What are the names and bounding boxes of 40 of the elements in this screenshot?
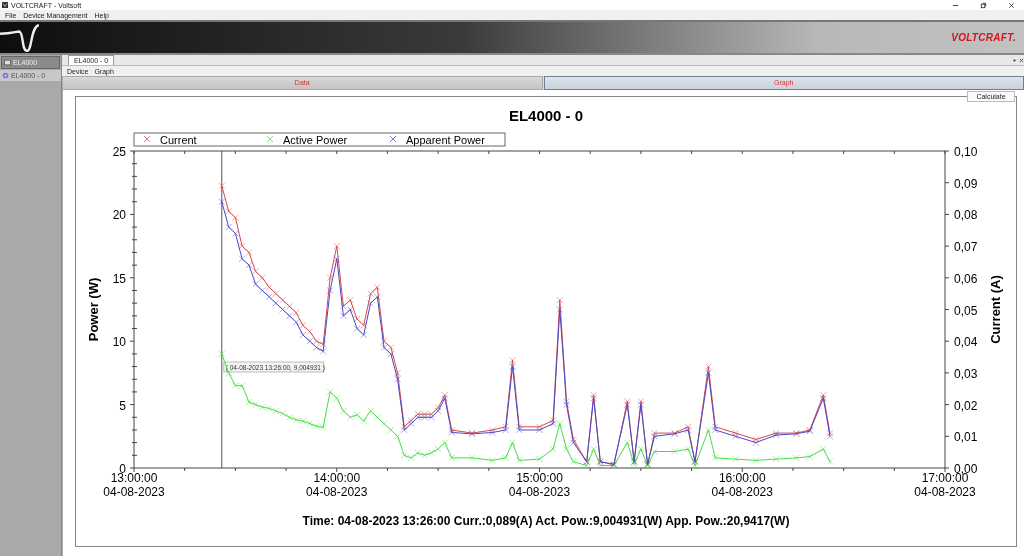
y2-tick-label: 0,04 (954, 335, 978, 350)
y-tick-label: 15 (112, 271, 126, 286)
legend-label: Active Power (283, 133, 348, 146)
y-tick-label: 5 (119, 398, 126, 413)
brand-logo: VOLTCRAFT. (951, 32, 1016, 43)
device-icon (4, 59, 11, 66)
gear-icon (2, 72, 9, 79)
y2-tick-label: 0,01 (954, 430, 978, 445)
x-tick-label: 15:00:00 (516, 471, 563, 485)
legend-label: Current (160, 133, 197, 146)
y2-tick-label: 0,00 (954, 462, 978, 476)
y2-tick-label: 0,09 (954, 176, 978, 191)
legend-label: Apparent Power (406, 133, 486, 146)
y2-tick-label: 0,08 (954, 208, 978, 223)
chart-title: EL4000 - 0 (508, 107, 584, 124)
chart-footer: Time: 04-08-2023 13:26:00 Curr.:0,089(A) Act. Pow.:9,004931(W) App. Pow.:20,9417(W) (302, 514, 790, 528)
close-icon[interactable] (1019, 58, 1024, 63)
y2-tick-label: 0,07 (954, 240, 978, 255)
y-tick-label: 10 (112, 335, 126, 350)
restore-icon[interactable] (980, 1, 987, 9)
y-tick-label: 20 (112, 208, 126, 223)
x-tick-date: 04-08-2023 (914, 485, 976, 499)
x-tick-date: 04-08-2023 (306, 485, 368, 499)
app-icon (2, 2, 8, 8)
y2-tick-label: 0,06 (954, 271, 978, 286)
x-tick-date: 04-08-2023 (103, 485, 165, 499)
y2-tick-label: 0,03 (954, 366, 978, 381)
dropdown-icon[interactable] (1012, 58, 1017, 63)
x-tick-label: 16:00:00 (718, 471, 766, 485)
close-icon[interactable] (1008, 1, 1015, 9)
x-tick-date: 04-08-2023 (711, 485, 773, 499)
swoosh-logo (0, 23, 40, 52)
y2-tick-label: 0,02 (954, 398, 978, 413)
y2-axis-title: Current (A) (988, 275, 1003, 344)
y-axis-title: Power (W) (86, 277, 101, 342)
y2-tick-label: 0,10 (954, 145, 978, 159)
x-tick-date: 04-08-2023 (508, 485, 571, 499)
y-tick-label: 25 (112, 145, 126, 159)
y2-tick-label: 0,05 (954, 303, 978, 318)
x-tick-label: 14:00:00 (313, 471, 361, 485)
